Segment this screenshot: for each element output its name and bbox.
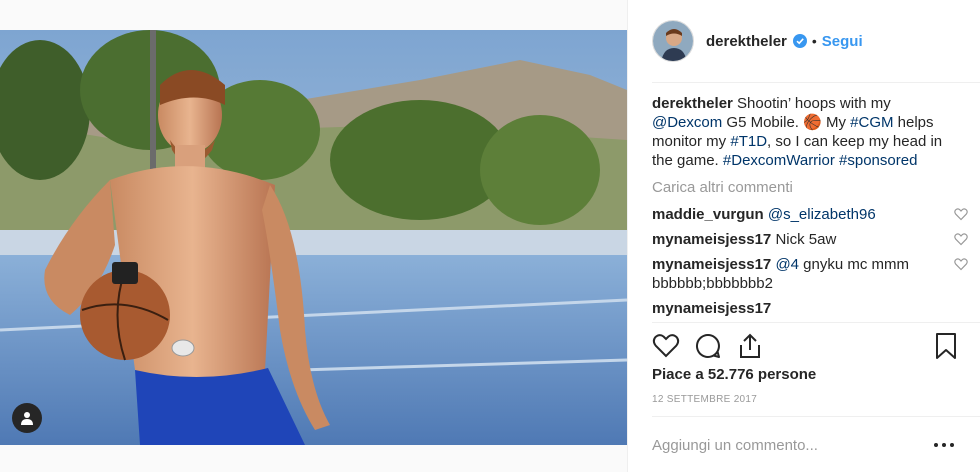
more-dot <box>942 443 946 447</box>
input-divider <box>652 416 980 417</box>
comment-like-icon[interactable] <box>954 207 968 221</box>
heart-icon[interactable] <box>652 332 680 360</box>
verified-badge-icon <box>792 34 807 48</box>
post-side-panel: derektheler • Segui derektheler Shootin’… <box>627 0 980 472</box>
post-actions <box>652 332 962 362</box>
header-divider <box>652 82 980 83</box>
instagram-post-view: derektheler • Segui derektheler Shootin’… <box>0 0 980 472</box>
comment-item: maddie_vurgun @s_elizabeth96 <box>652 205 968 224</box>
follow-button[interactable]: Segui <box>822 33 863 50</box>
more-dot <box>934 443 938 447</box>
post-photo-image <box>0 30 627 445</box>
post-caption: derektheler Shootin’ hoops with my @Dexc… <box>652 94 962 170</box>
comment-mention[interactable]: @s_elizabeth96 <box>768 206 876 223</box>
separator-dot: • <box>811 33 817 49</box>
add-comment-input[interactable] <box>652 430 912 460</box>
comment-like-icon[interactable] <box>954 257 968 271</box>
comment-username[interactable]: mynameisjess17 <box>652 231 771 248</box>
comment-like-icon[interactable] <box>954 232 968 246</box>
avatar[interactable] <box>652 20 694 62</box>
caption-mention[interactable]: @Dexcom <box>652 114 722 131</box>
load-more-comments-button[interactable]: Carica altri commenti <box>652 178 962 197</box>
user-tag-button[interactable] <box>12 403 42 433</box>
caption-text-2: G5 Mobile. <box>722 114 804 131</box>
comment-username[interactable]: mynameisjess17 <box>652 300 771 317</box>
comment-item: mynameisjess17 @4 gnyku mc mmm bbbbbb;bb… <box>652 255 968 293</box>
comment-username[interactable]: mynameisjess17 <box>652 256 771 273</box>
header-username[interactable]: derektheler <box>706 33 787 50</box>
post-date[interactable]: 12 SETTEMBRE 2017 <box>652 394 757 405</box>
comment-text: Nick 5aw <box>775 231 837 248</box>
basketball-emoji: 🏀 <box>803 114 822 131</box>
hashtag-cgm[interactable]: #CGM <box>850 114 893 131</box>
more-dot <box>950 443 954 447</box>
likes-count[interactable]: Piace a 52.776 persone <box>652 366 816 383</box>
share-icon[interactable] <box>736 332 764 360</box>
comment-item: mynameisjess17 <box>652 299 962 318</box>
more-options-icon[interactable] <box>934 438 954 452</box>
comment-item: mynameisjess17 Nick 5aw <box>652 230 968 249</box>
comment-mention[interactable]: @4 <box>775 256 799 273</box>
bookmark-icon[interactable] <box>932 332 960 360</box>
caption-text-3: My <box>821 114 851 131</box>
avatar-image <box>653 21 693 61</box>
user-tag-icon <box>21 412 33 425</box>
hashtag-sponsored[interactable]: #sponsored <box>839 152 917 169</box>
comments-list: derektheler Shootin’ hoops with my @Dexc… <box>652 94 968 324</box>
caption-username[interactable]: derektheler <box>652 95 733 112</box>
actions-divider <box>652 322 980 323</box>
hashtag-dexcomwarrior[interactable]: #DexcomWarrior <box>723 152 835 169</box>
hashtag-t1d[interactable]: #T1D <box>730 133 767 150</box>
post-photo[interactable] <box>0 30 627 445</box>
comment-icon[interactable] <box>694 332 722 360</box>
comment-username[interactable]: maddie_vurgun <box>652 206 764 223</box>
caption-text-1: Shootin’ hoops with my <box>737 95 891 112</box>
post-header: derektheler • Segui <box>628 0 980 82</box>
